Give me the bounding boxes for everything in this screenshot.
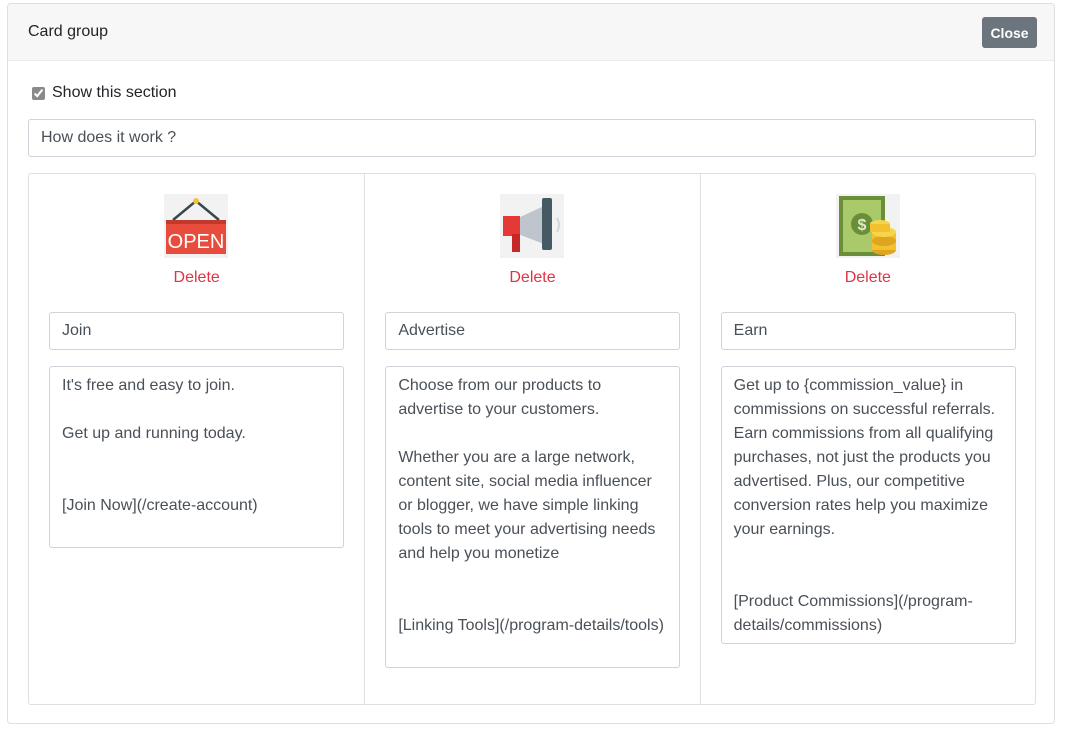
- delete-link[interactable]: Delete: [701, 269, 1035, 287]
- svg-text:$: $: [857, 217, 866, 234]
- money-coins-icon: $: [835, 194, 900, 258]
- card-join: OPEN Delete It's free and easy to join. …: [29, 174, 364, 704]
- open-sign-icon: OPEN: [164, 194, 228, 258]
- card-title: Card group: [28, 23, 109, 40]
- svg-text:OPEN: OPEN: [168, 231, 225, 253]
- show-section-checkbox[interactable]: [32, 86, 45, 100]
- delete-link[interactable]: Delete: [365, 269, 699, 287]
- card-name-input[interactable]: [385, 312, 681, 350]
- card-name-input[interactable]: [49, 312, 344, 350]
- card-advertise: Delete Choose from our products to adver…: [364, 174, 699, 704]
- show-section-label[interactable]: Show this section: [52, 84, 177, 102]
- card-earn: $ Delete Get up to {commission_value} in…: [699, 174, 1035, 704]
- card-group-panel: Card group Close Show this section OPEN …: [7, 3, 1055, 724]
- delete-link[interactable]: Delete: [29, 269, 364, 287]
- card-header: Card group Close: [8, 4, 1054, 61]
- section-title-input[interactable]: [28, 119, 1036, 157]
- close-button[interactable]: Close: [982, 17, 1037, 48]
- card-description-textarea[interactable]: It's free and easy to join. Get up and r…: [49, 366, 344, 548]
- cards-row: OPEN Delete It's free and easy to join. …: [28, 173, 1036, 705]
- megaphone-icon: [500, 194, 565, 258]
- card-description-textarea[interactable]: Get up to {commission_value} in commissi…: [720, 366, 1016, 644]
- show-section-row: Show this section: [32, 83, 177, 103]
- card-description-textarea[interactable]: Choose from our products to advertise to…: [385, 366, 681, 668]
- card-name-input[interactable]: [720, 312, 1016, 350]
